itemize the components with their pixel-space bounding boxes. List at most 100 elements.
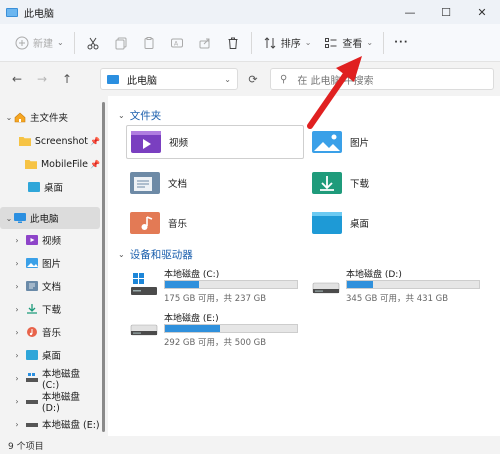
sidebar-item-label: 此电脑 bbox=[30, 214, 59, 225]
search-icon: ⚲ bbox=[280, 73, 288, 85]
drives-section-header[interactable]: ⌄ 设备和驱动器 bbox=[118, 247, 193, 262]
videos-icon bbox=[26, 235, 38, 246]
minimize-button[interactable]: — bbox=[392, 0, 428, 24]
chevron-right-icon[interactable]: › bbox=[12, 305, 22, 314]
navigation-bar: ← → ↑ 此电脑 ⌄ ⟳ ⚲ 在 此电脑 中搜索 bbox=[0, 62, 500, 96]
sidebar-item-label: MobileFile bbox=[40, 158, 89, 170]
drive-e[interactable]: 本地磁盘 (E:) 292 GB 可用，共 500 GB bbox=[126, 310, 301, 350]
chevron-right-icon[interactable]: › bbox=[12, 328, 22, 337]
drive-usage-bar bbox=[164, 324, 298, 333]
pc-icon bbox=[14, 213, 26, 224]
drive-free-space: 175 GB 可用，共 237 GB bbox=[164, 294, 267, 304]
chevron-right-icon[interactable]: › bbox=[12, 374, 22, 383]
folders-section-header[interactable]: ⌄ 文件夹 bbox=[118, 108, 161, 123]
chevron-down-icon[interactable]: ⌄ bbox=[4, 214, 14, 223]
refresh-button[interactable]: ⟳ bbox=[242, 68, 264, 90]
folder-downloads[interactable]: 下载 bbox=[308, 166, 488, 200]
status-bar: 9 个项目 bbox=[0, 436, 500, 454]
sidebar-item-desktop-pinned[interactable]: 桌面 bbox=[0, 176, 100, 198]
drive-d[interactable]: 本地磁盘 (D:) 345 GB 可用，共 431 GB bbox=[308, 266, 483, 306]
forward-button[interactable]: → bbox=[31, 68, 53, 90]
folder-icon bbox=[18, 136, 31, 147]
chevron-right-icon[interactable]: › bbox=[12, 259, 22, 268]
sidebar-item-label: Screenshot bbox=[34, 135, 89, 147]
sidebar-item-drive-c[interactable]: › 本地磁盘 (C:) bbox=[0, 367, 100, 391]
drive-icon bbox=[312, 272, 340, 298]
drive-usage-fill bbox=[165, 281, 200, 288]
maximize-button[interactable]: ☐ bbox=[428, 0, 464, 24]
navigation-pane: ⌄ 主文件夹 Screenshot 📌 MobileFile 📌 桌面 ⌄ 此电… bbox=[0, 96, 105, 436]
back-button[interactable]: ← bbox=[6, 68, 28, 90]
pc-icon bbox=[107, 74, 119, 84]
drive-icon bbox=[25, 396, 38, 407]
sidebar-item-mobilefile[interactable]: MobileFile 📌 bbox=[0, 153, 100, 175]
folder-videos[interactable]: 视频 bbox=[126, 125, 304, 159]
chevron-down-icon[interactable]: ⌄ bbox=[4, 113, 14, 122]
chevron-down-icon: ⌄ bbox=[118, 111, 125, 120]
sidebar-item-downloads[interactable]: › 下载 bbox=[0, 298, 100, 320]
sidebar-item-pictures[interactable]: › 图片 bbox=[0, 252, 100, 274]
up-button[interactable]: ↑ bbox=[56, 68, 78, 90]
paste-button[interactable] bbox=[135, 29, 163, 57]
delete-button[interactable] bbox=[219, 29, 247, 57]
chevron-down-icon[interactable]: ⌄ bbox=[224, 75, 231, 84]
sidebar-item-desktop[interactable]: › 桌面 bbox=[0, 344, 100, 366]
sidebar-item-label: 桌面 bbox=[42, 351, 62, 362]
windows-drive-icon bbox=[130, 272, 158, 298]
sidebar-item-label: 桌面 bbox=[44, 183, 64, 194]
folder-label: 图片 bbox=[350, 138, 370, 149]
downloads-icon bbox=[26, 304, 38, 315]
arrow-left-icon: ← bbox=[11, 72, 23, 86]
command-bar: 新建 ⌄ A 排序 ⌄ 查看 ⌄ ··· bbox=[0, 24, 500, 62]
sidebar-item-drive-d[interactable]: › 本地磁盘 (D:) bbox=[0, 390, 100, 414]
cut-button[interactable] bbox=[79, 29, 107, 57]
sidebar-item-videos[interactable]: › 视频 bbox=[0, 229, 100, 251]
sidebar-item-label: 本地磁盘 (D:) bbox=[41, 391, 80, 414]
plus-circle-icon bbox=[14, 35, 30, 51]
chevron-right-icon[interactable]: › bbox=[12, 236, 22, 245]
rename-button[interactable]: A bbox=[163, 29, 191, 57]
sidebar-item-label: 本地磁盘 (C:) bbox=[41, 368, 80, 391]
rename-icon: A bbox=[169, 35, 185, 51]
sidebar-item-label: 文档 bbox=[42, 282, 62, 293]
share-button[interactable] bbox=[191, 29, 219, 57]
sidebar-scrollbar[interactable] bbox=[102, 102, 105, 432]
window-controls: — ☐ ✕ bbox=[392, 0, 500, 24]
chevron-right-icon[interactable]: › bbox=[12, 282, 22, 291]
folder-music[interactable]: 音乐 bbox=[126, 206, 304, 240]
downloads-icon bbox=[312, 170, 342, 196]
sidebar-item-screenshot[interactable]: Screenshot 📌 bbox=[0, 130, 100, 152]
drive-name: 本地磁盘 (C:) bbox=[164, 270, 220, 280]
sidebar-item-label: 音乐 bbox=[42, 328, 62, 339]
folder-label: 文档 bbox=[168, 179, 188, 190]
sidebar-item-label: 视频 bbox=[42, 236, 62, 247]
drive-free-space: 292 GB 可用，共 500 GB bbox=[164, 338, 267, 348]
address-bar[interactable]: 此电脑 ⌄ bbox=[100, 68, 238, 90]
new-button[interactable]: 新建 ⌄ bbox=[8, 29, 70, 57]
folder-documents[interactable]: 文档 bbox=[126, 166, 304, 200]
copy-button[interactable] bbox=[107, 29, 135, 57]
new-label: 新建 bbox=[33, 39, 53, 50]
sidebar-item-this-pc[interactable]: ⌄ 此电脑 bbox=[0, 207, 100, 229]
chevron-right-icon[interactable]: › bbox=[12, 397, 22, 406]
sidebar-item-drive-e[interactable]: › 本地磁盘 (E:) bbox=[0, 413, 100, 435]
drive-icon bbox=[26, 419, 38, 430]
title-bar: 此电脑 — ☐ ✕ bbox=[0, 0, 500, 24]
drive-usage-bar bbox=[346, 280, 480, 289]
chevron-right-icon[interactable]: › bbox=[12, 420, 22, 429]
folder-label: 音乐 bbox=[168, 219, 188, 230]
sidebar-item-home[interactable]: ⌄ 主文件夹 bbox=[0, 106, 100, 128]
pin-icon: 📌 bbox=[90, 159, 100, 169]
folder-desktop[interactable]: 桌面 bbox=[308, 206, 488, 240]
chevron-down-icon: ⌄ bbox=[304, 38, 312, 47]
sidebar-item-label: 主文件夹 bbox=[30, 113, 69, 124]
drive-c[interactable]: 本地磁盘 (C:) 175 GB 可用，共 237 GB bbox=[126, 266, 301, 306]
more-button[interactable]: ··· bbox=[388, 29, 414, 57]
scissors-icon bbox=[85, 35, 101, 51]
close-button[interactable]: ✕ bbox=[464, 0, 500, 24]
chevron-right-icon[interactable]: › bbox=[12, 351, 22, 360]
sidebar-item-documents[interactable]: › 文档 bbox=[0, 275, 100, 297]
sidebar-item-music[interactable]: › 音乐 bbox=[0, 321, 100, 343]
drive-free-space: 345 GB 可用，共 431 GB bbox=[346, 294, 449, 304]
chevron-down-icon: ⌄ bbox=[118, 250, 125, 259]
